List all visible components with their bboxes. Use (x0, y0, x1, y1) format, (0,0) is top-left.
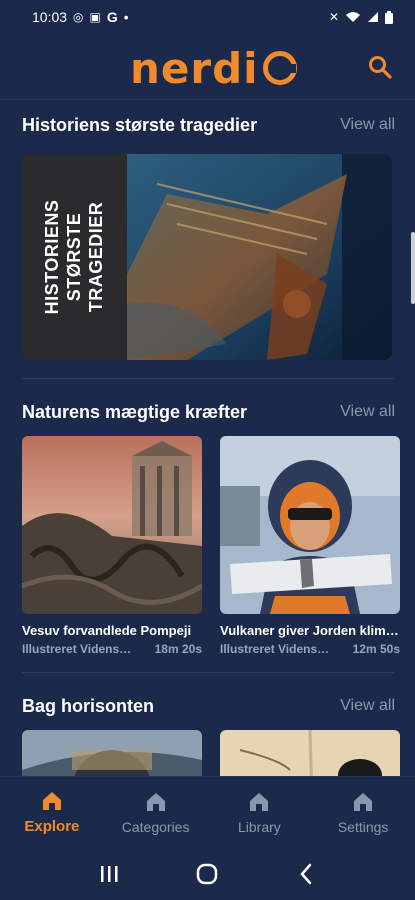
nav-label: Explore (24, 818, 80, 835)
section-title: Bag horisonten (22, 695, 155, 716)
app-bar: nerdi (0, 34, 415, 100)
status-g: G (106, 9, 118, 25)
nav-label: Library (237, 818, 281, 835)
search-icon (369, 56, 392, 79)
episode-source: Illustreret Videnskab (220, 642, 332, 656)
episode-meta: Illustreret Videnskab 18m 20s (22, 642, 202, 656)
app-notification-icon: ◎ (73, 10, 84, 24)
section-header-naturens: Naturens mægtige kræfter View all (22, 397, 395, 427)
bottom-navigation: Explore Categories Library Settings (0, 776, 415, 848)
ice-core-researcher-image (220, 436, 400, 614)
mute-icon: ✕ (328, 10, 339, 24)
status-left: 10:03 ◎ ▣ G • (32, 9, 329, 25)
episode-card-vulkaner[interactable]: Vulkaner giver Jorden klimaet Illustrere… (220, 436, 400, 656)
feature-label-panel: HISTORIENS STØRSTE TRAGEDIER (22, 154, 127, 360)
system-navigation-bar (0, 848, 415, 900)
episode-duration: 12m 50s (352, 642, 400, 656)
episode-source: Illustreret Videnskab (22, 642, 134, 656)
app-logo: nerdi (130, 43, 297, 93)
section-header-horisonten: Bag horisonten View all (22, 691, 395, 721)
signal-icon (368, 12, 378, 22)
battery-icon (385, 10, 393, 24)
episode-title: Vulkaner giver Jorden klimaet (220, 623, 400, 638)
section-header-tragedier: Historiens største tragedier View all (22, 110, 395, 140)
episode-card-vesuv[interactable]: Vesuv forvandlede Pompeji Illustreret Vi… (22, 436, 202, 656)
home-circle-icon (197, 863, 218, 885)
status-right: ✕ (328, 10, 393, 24)
pompeii-engraving-image (22, 436, 202, 614)
feature-line-1: HISTORIENS (42, 199, 62, 315)
back-icon (300, 863, 312, 885)
recents-button[interactable] (89, 859, 129, 889)
section-divider (22, 672, 394, 673)
section-divider (22, 378, 394, 379)
episode-card-horisonten-1[interactable] (22, 730, 202, 776)
view-all-link[interactable]: View all (340, 697, 395, 715)
nav-label: Categories (121, 818, 190, 835)
feature-line-2: STØRSTE (64, 212, 84, 302)
explore-content[interactable]: Historiens største tragedier View all HI… (0, 100, 415, 776)
episode-card-horisonten-2[interactable] (220, 730, 400, 776)
view-all-link[interactable]: View all (340, 403, 395, 421)
old-map-image (220, 730, 400, 776)
forest-image (22, 730, 202, 776)
feature-card-tragedier[interactable]: HISTORIENS STØRSTE TRAGEDIER (22, 154, 392, 360)
home-icon (250, 792, 269, 811)
image-notification-icon: ▣ (89, 10, 101, 24)
recents-icon (101, 866, 118, 882)
search-button[interactable] (367, 54, 393, 80)
feature-line-3: TRAGEDIER (86, 201, 106, 313)
home-button[interactable] (187, 859, 227, 889)
feature-vertical-title: HISTORIENS STØRSTE TRAGEDIER (41, 200, 107, 315)
section-title: Naturens mægtige kræfter (22, 401, 248, 422)
logo-ring-icon (262, 51, 297, 85)
logo-text: nerdi (130, 43, 259, 93)
episode-title: Vesuv forvandlede Pompeji (22, 623, 192, 638)
nav-categories[interactable]: Categories (104, 777, 208, 848)
section-title: Historiens største tragedier (22, 114, 258, 135)
episode-duration: 18m 20s (154, 642, 202, 656)
status-dot: • (123, 9, 129, 25)
nav-label: Settings (337, 818, 389, 835)
home-icon (146, 792, 165, 811)
episode-meta: Illustreret Videnskab 12m 50s (220, 642, 400, 656)
nav-explore[interactable]: Explore (0, 777, 104, 848)
status-bar: 10:03 ◎ ▣ G • ✕ (0, 0, 415, 34)
back-button[interactable] (286, 859, 326, 889)
nav-library[interactable]: Library (208, 777, 312, 848)
view-all-link[interactable]: View all (340, 116, 395, 134)
wifi-icon (346, 12, 360, 22)
edge-panel-handle[interactable] (411, 232, 415, 304)
home-icon (42, 792, 61, 810)
home-icon (354, 792, 373, 811)
status-time: 10:03 (32, 9, 68, 25)
nav-settings[interactable]: Settings (311, 777, 415, 848)
shipwreck-image (127, 154, 392, 360)
